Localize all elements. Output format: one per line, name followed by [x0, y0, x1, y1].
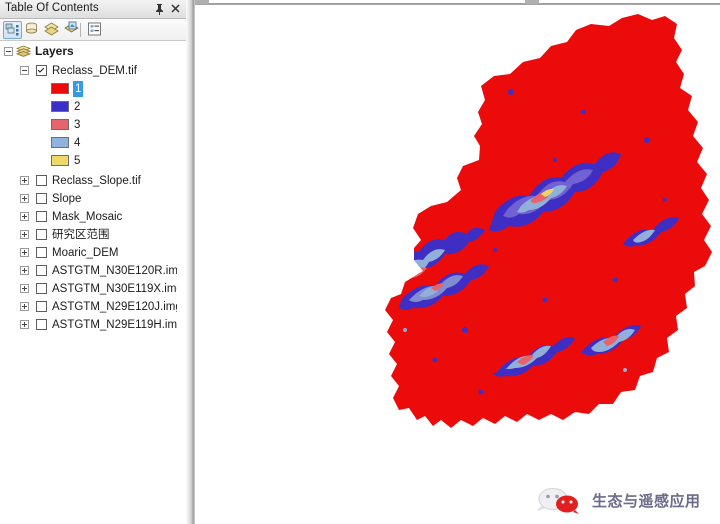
- layer-label: ASTGTM_N30E119X.img: [52, 283, 177, 295]
- toc-title-bar: Table Of Contents: [0, 0, 186, 19]
- checkbox-layer[interactable]: [36, 265, 47, 276]
- tree-row-reclass-dem[interactable]: Reclass_DEM.tif: [0, 62, 177, 80]
- checkbox-layer[interactable]: [36, 175, 47, 186]
- expander-layers[interactable]: [4, 47, 13, 56]
- legend-label[interactable]: 5: [74, 153, 80, 169]
- legend-row[interactable]: 4: [0, 134, 177, 152]
- legend-row[interactable]: 3: [0, 116, 177, 134]
- map-view[interactable]: 生态与遥感应用: [195, 0, 720, 524]
- layer-label-reclass-dem: Reclass_DEM.tif: [52, 65, 137, 77]
- raster-map-layer: [385, 14, 712, 514]
- tree-row-layer[interactable]: ASTGTM_N30E120R.img: [0, 262, 177, 280]
- tree-row-layer[interactable]: ASTGTM_N29E119H.img: [0, 316, 177, 334]
- expander-layer[interactable]: [20, 284, 29, 293]
- legend-row[interactable]: 1: [0, 80, 177, 98]
- tree-row-layer[interactable]: Mask_Mosaic: [0, 208, 177, 226]
- expander-layer[interactable]: [20, 302, 29, 311]
- expander-reclass-dem[interactable]: [20, 66, 29, 75]
- checkbox-layer[interactable]: [36, 229, 47, 240]
- watermark-text: 生态与遥感应用: [592, 491, 701, 510]
- expander-layer[interactable]: [20, 248, 29, 257]
- legend-swatch[interactable]: [51, 137, 69, 148]
- checkbox-layer[interactable]: [36, 193, 47, 204]
- checkbox-layer[interactable]: [36, 301, 47, 312]
- checkbox-layer[interactable]: [36, 283, 47, 294]
- expander-layer[interactable]: [20, 176, 29, 185]
- panel-splitter[interactable]: [186, 0, 195, 524]
- list-by-source-button[interactable]: [23, 21, 42, 39]
- legend-label[interactable]: 4: [74, 135, 80, 151]
- layer-label: Slope: [52, 193, 82, 205]
- layers-icon: [15, 45, 32, 57]
- layer-label: 研究区范围: [52, 229, 110, 241]
- tree-row-layer[interactable]: ASTGTM_N30E119X.img: [0, 280, 177, 298]
- options-button[interactable]: [86, 21, 105, 39]
- toolbar-separator: [80, 23, 81, 37]
- checkbox-layer[interactable]: [36, 247, 47, 258]
- arcgis-window: Table Of Contents Layers Reclass_DEM.tif…: [0, 0, 720, 524]
- legend-swatch[interactable]: [51, 119, 69, 130]
- watermark: 生态与遥感应用: [535, 487, 701, 513]
- legend-swatch[interactable]: [51, 155, 69, 166]
- panel-title: Table Of Contents: [5, 2, 99, 14]
- layer-label: ASTGTM_N29E119H.img: [52, 319, 177, 331]
- legend-swatch[interactable]: [51, 83, 69, 94]
- checkbox-layer[interactable]: [36, 319, 47, 330]
- pin-icon[interactable]: [153, 2, 166, 16]
- legend-label[interactable]: 3: [74, 117, 80, 133]
- layer-label: ASTGTM_N29E120J.img: [52, 301, 177, 313]
- legend-label[interactable]: 1: [73, 81, 84, 97]
- layers-root-label: Layers: [35, 44, 74, 58]
- close-icon[interactable]: [169, 2, 182, 16]
- tree-row-layer[interactable]: Reclass_Slope.tif: [0, 172, 177, 190]
- expander-layer[interactable]: [20, 320, 29, 329]
- legend-row[interactable]: 5: [0, 152, 177, 170]
- tree-row-layers[interactable]: Layers: [0, 42, 177, 62]
- checkbox-reclass-dem[interactable]: [36, 65, 47, 76]
- layer-label: ASTGTM_N30E120R.img: [52, 265, 177, 277]
- layer-tree[interactable]: Layers Reclass_DEM.tif 1 2 3 4 5 Reclass…: [0, 42, 177, 524]
- table-of-contents-panel: Table Of Contents Layers Reclass_DEM.tif…: [0, 0, 186, 524]
- expander-layer[interactable]: [20, 212, 29, 221]
- layer-label: Mask_Mosaic: [52, 211, 123, 223]
- expander-layer[interactable]: [20, 266, 29, 275]
- layer-label: Reclass_Slope.tif: [52, 175, 141, 187]
- expander-layer[interactable]: [20, 230, 29, 239]
- expander-layer[interactable]: [20, 194, 29, 203]
- list-by-visibility-button[interactable]: [43, 21, 62, 39]
- checkbox-layer[interactable]: [36, 211, 47, 222]
- legend-row[interactable]: 2: [0, 98, 177, 116]
- list-by-drawing-order-button[interactable]: [3, 21, 22, 39]
- legend-swatch[interactable]: [51, 101, 69, 112]
- layer-label: Moaric_DEM: [52, 247, 119, 259]
- tree-row-layer[interactable]: ASTGTM_N29E120J.img: [0, 298, 177, 316]
- tree-row-layer[interactable]: 研究区范围: [0, 226, 177, 244]
- tree-row-layer[interactable]: Slope: [0, 190, 177, 208]
- tree-row-layer[interactable]: Moaric_DEM: [0, 244, 177, 262]
- legend-label[interactable]: 2: [74, 99, 80, 115]
- toc-toolbar: [0, 19, 186, 41]
